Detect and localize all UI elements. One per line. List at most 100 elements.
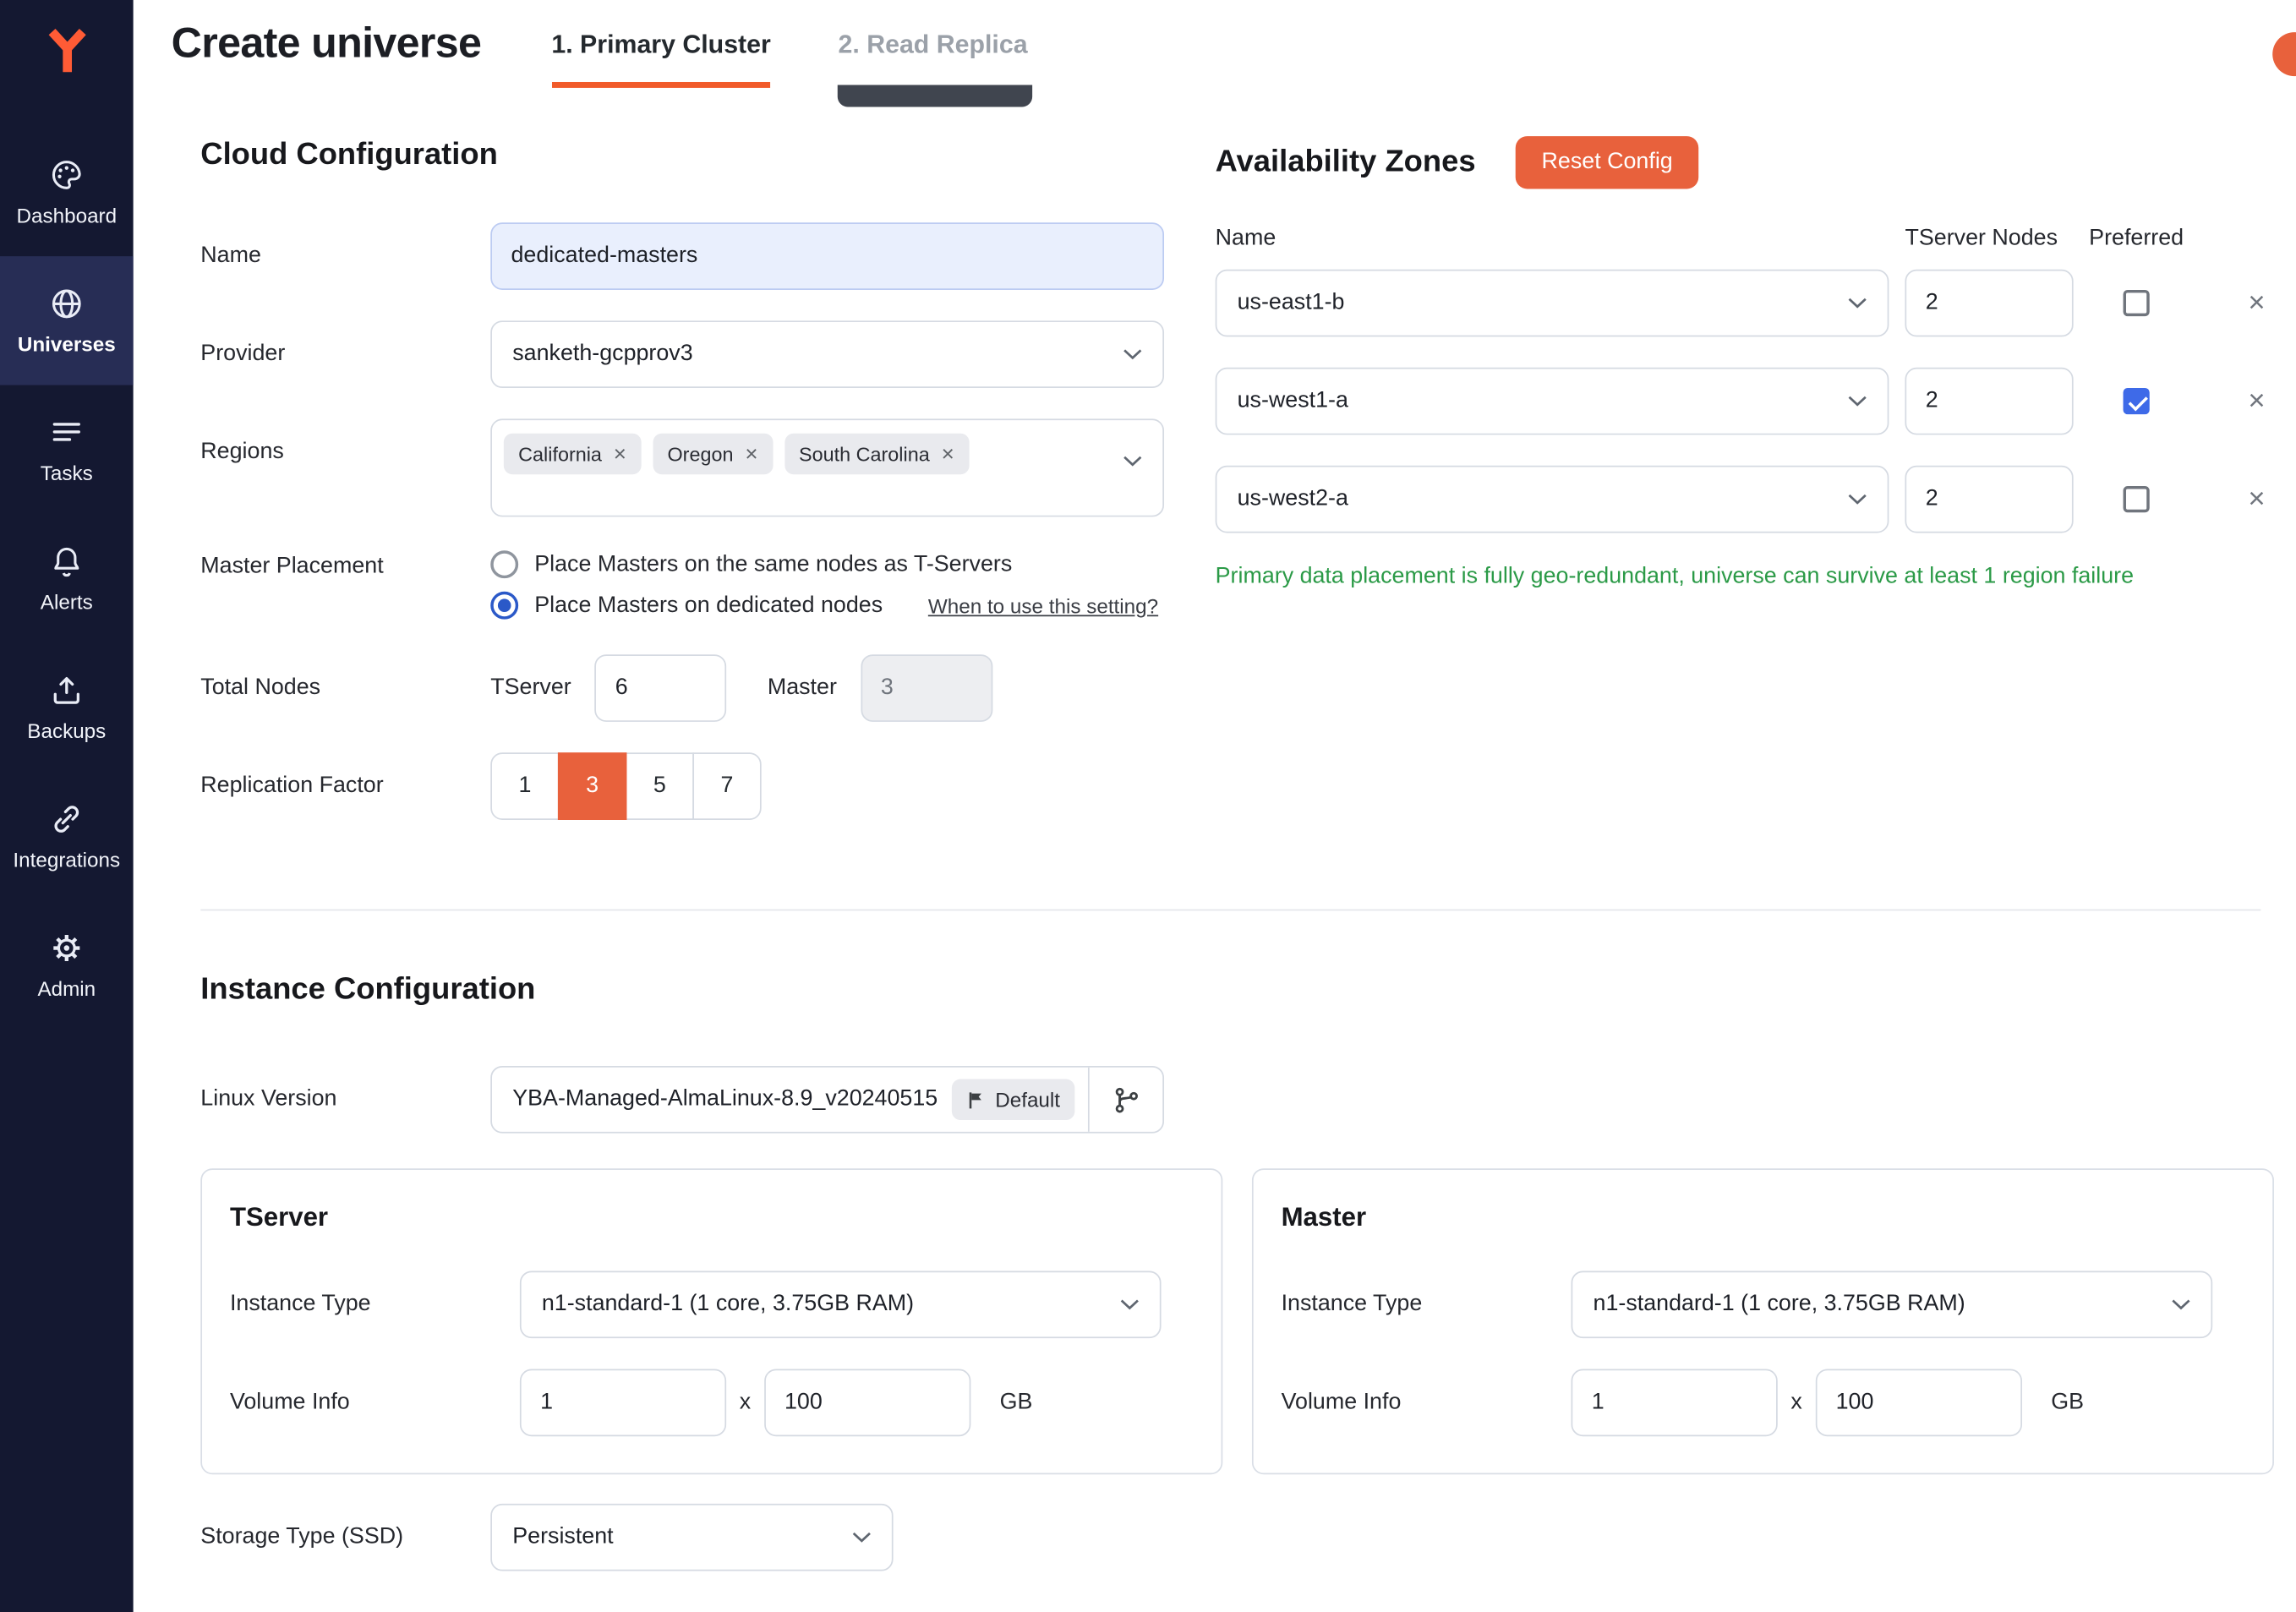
chevron-down-icon xyxy=(1848,494,1867,505)
universe-name-input[interactable] xyxy=(490,222,1164,290)
total-nodes-label: Total Nodes xyxy=(200,675,490,701)
flag-icon xyxy=(966,1090,986,1110)
master-instance-type-row: Instance Type n1-standard-1 (1 core, 3.7… xyxy=(1282,1270,2245,1338)
instance-configuration-heading: Instance Configuration xyxy=(200,972,2296,1008)
az-column-headers: Name TServer Nodes Preferred xyxy=(1216,226,2274,252)
instance-configuration-section: Instance Configuration Linux Version YBA… xyxy=(200,972,2296,1571)
name-label: Name xyxy=(200,243,490,270)
master-volume-size-input[interactable] xyxy=(1815,1369,2021,1437)
sidebar-item-tasks[interactable]: Tasks xyxy=(0,385,134,514)
linux-version-select[interactable]: YBA-Managed-AlmaLinux-8.9_v20240515 Defa… xyxy=(490,1066,1164,1134)
volume-info-label: Volume Info xyxy=(230,1390,520,1416)
radio-same-nodes-label: Place Masters on the same nodes as T-Ser… xyxy=(534,551,1012,577)
tserver-volume-count-input[interactable] xyxy=(520,1369,726,1437)
storage-type-row: Storage Type (SSD) Persistent xyxy=(200,1504,2296,1571)
preferred-checkbox[interactable] xyxy=(2124,388,2150,414)
replication-factor-5-button[interactable]: 5 xyxy=(626,752,694,820)
tserver-volume-size-input[interactable] xyxy=(764,1369,970,1437)
regions-multiselect[interactable]: California × Oregon × South Carolina × xyxy=(490,418,1164,516)
chevron-down-icon xyxy=(1848,396,1867,407)
main-area: Create universe 1. Primary Cluster 2. Re… xyxy=(134,0,2296,1612)
radio-same-nodes[interactable] xyxy=(490,550,518,578)
zone-select[interactable]: us-west1-a xyxy=(1216,368,1889,435)
provider-select[interactable]: sanketh-gcpprov3 xyxy=(490,320,1164,388)
az-row: us-east1-b × xyxy=(1216,270,2274,337)
storage-type-label: Storage Type (SSD) xyxy=(200,1524,490,1550)
sidebar-item-label: Tasks xyxy=(41,462,93,485)
globe-icon xyxy=(48,286,85,322)
radio-dedicated-nodes-label: Place Masters on dedicated nodes xyxy=(534,593,883,619)
zone-nodes-input[interactable] xyxy=(1905,368,2073,435)
replication-factor-3-button[interactable]: 3 xyxy=(558,752,626,820)
master-nodes-label: Master xyxy=(768,675,837,701)
az-col-tserver-nodes: TServer Nodes xyxy=(1905,226,2085,252)
linux-version-branch-button[interactable] xyxy=(1090,1068,1163,1132)
chevron-down-icon xyxy=(1123,456,1143,467)
sidebar-item-admin[interactable]: Admin xyxy=(0,900,134,1029)
total-nodes-row: Total Nodes TServer Master xyxy=(200,654,1164,722)
zone-select[interactable]: us-west2-a xyxy=(1216,466,1889,533)
remove-region-icon[interactable]: × xyxy=(942,443,954,465)
tserver-volume-row: Volume Info x GB xyxy=(230,1369,1194,1437)
master-volume-row: Volume Info x GB xyxy=(1282,1369,2245,1437)
tab-primary-cluster[interactable]: 1. Primary Cluster xyxy=(551,0,770,88)
sidebar-item-label: Backups xyxy=(27,719,106,742)
geo-redundancy-status: Primary data placement is fully geo-redu… xyxy=(1216,564,2274,590)
replication-factor-7-button[interactable]: 7 xyxy=(692,752,761,820)
cluster-tabs: 1. Primary Cluster 2. Read Replica xyxy=(551,0,1027,88)
regions-label: Regions xyxy=(200,418,490,465)
zone-select[interactable]: us-east1-b xyxy=(1216,270,1889,337)
remove-region-icon[interactable]: × xyxy=(745,443,757,465)
tab-read-replica[interactable]: 2. Read Replica xyxy=(838,0,1027,88)
tserver-card: TServer Instance Type n1-standard-1 (1 c… xyxy=(200,1168,1222,1474)
yugabyte-logo-icon[interactable] xyxy=(39,14,95,90)
zone-nodes-input[interactable] xyxy=(1905,270,2073,337)
master-instance-type-select[interactable]: n1-standard-1 (1 core, 3.75GB RAM) xyxy=(1572,1270,2213,1338)
preferred-checkbox[interactable] xyxy=(2124,486,2150,512)
section-divider xyxy=(200,910,2260,911)
master-nodes-input xyxy=(861,654,992,722)
preferred-checkbox[interactable] xyxy=(2124,290,2150,316)
tserver-instance-type-select[interactable]: n1-standard-1 (1 core, 3.75GB RAM) xyxy=(520,1270,1162,1338)
remove-zone-icon[interactable]: × xyxy=(2248,386,2274,416)
region-chip: South Carolina × xyxy=(784,434,969,474)
cloud-configuration-heading: Cloud Configuration xyxy=(200,138,1164,173)
sidebar-item-universes[interactable]: Universes xyxy=(0,256,134,385)
az-row: us-west1-a × xyxy=(1216,368,2274,435)
master-placement-row: Master Placement Place Masters on the sa… xyxy=(200,548,1164,620)
sidebar-item-integrations[interactable]: Integrations xyxy=(0,772,134,900)
avatar[interactable] xyxy=(2272,32,2296,76)
sidebar-item-alerts[interactable]: Alerts xyxy=(0,514,134,642)
chevron-down-icon xyxy=(1848,298,1867,309)
availability-zones-section: Availability Zones Reset Config Name TSe… xyxy=(1216,128,2274,850)
gear-icon xyxy=(48,930,85,966)
volume-unit: GB xyxy=(2051,1390,2084,1416)
when-to-use-link[interactable]: When to use this setting? xyxy=(928,593,1158,617)
name-row: Name xyxy=(200,222,1164,290)
replication-factor-group: 1 3 5 7 xyxy=(490,752,761,820)
cloud-configuration-section: Cloud Configuration Name Provider sanket… xyxy=(200,128,1164,850)
remove-zone-icon[interactable]: × xyxy=(2248,484,2274,514)
sidebar-item-backups[interactable]: Backups xyxy=(0,642,134,771)
storage-type-select[interactable]: Persistent xyxy=(490,1504,893,1571)
master-volume-count-input[interactable] xyxy=(1572,1369,1778,1437)
zone-nodes-input[interactable] xyxy=(1905,466,2073,533)
master-card: Master Instance Type n1-standard-1 (1 co… xyxy=(1252,1168,2274,1474)
region-chip: California × xyxy=(504,434,641,474)
radio-dedicated-nodes[interactable] xyxy=(490,592,518,620)
sidebar-item-dashboard[interactable]: Dashboard xyxy=(0,128,134,256)
dashboard-palette-icon xyxy=(48,156,85,193)
tserver-nodes-input[interactable] xyxy=(594,654,726,722)
page-content: Cloud Configuration Name Provider sanket… xyxy=(134,88,2296,1612)
az-row: us-west2-a × xyxy=(1216,466,2274,533)
replication-factor-row: Replication Factor 1 3 5 7 xyxy=(200,752,1164,820)
page-header: Create universe 1. Primary Cluster 2. Re… xyxy=(134,0,2296,88)
replication-factor-1-button[interactable]: 1 xyxy=(490,752,559,820)
reset-config-button[interactable]: Reset Config xyxy=(1515,136,1699,189)
az-col-name: Name xyxy=(1216,226,1905,252)
remove-zone-icon[interactable]: × xyxy=(2248,288,2274,318)
upload-icon xyxy=(48,672,85,708)
remove-region-icon[interactable]: × xyxy=(614,443,626,465)
default-badge: Default xyxy=(951,1079,1074,1120)
sidebar-item-label: Integrations xyxy=(13,848,120,872)
